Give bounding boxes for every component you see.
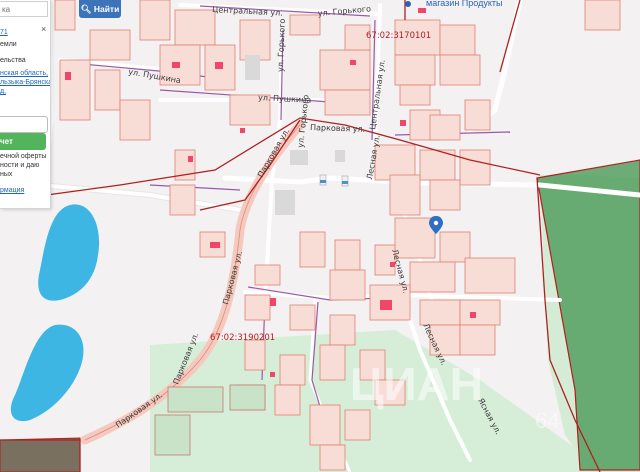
pond-south — [10, 324, 84, 422]
panel-land-text: емли — [0, 41, 17, 48]
panel-address-line-2[interactable]: льзыка-Брянская — [0, 78, 50, 87]
panel-offer-line-2: ности и даю — [0, 162, 40, 169]
panel-property-text: ельства — [0, 57, 26, 64]
watermark-number: 64 — [535, 408, 559, 433]
magnifier-icon: 🔍︎ — [80, 4, 92, 14]
cadastral-number-north[interactable]: 67:02:3170101 — [366, 31, 431, 41]
panel-address-line-1[interactable]: нская область, — [0, 69, 48, 78]
street-label-gorkogo-vertical: ул. Горького — [276, 18, 287, 72]
find-button[interactable]: 🔍︎ Найти — [79, 0, 121, 18]
info-panel: × 71 емли ельства нская область, льзыка-… — [0, 0, 51, 209]
cadastral-map[interactable]: Центральная ул. ул. Горького ул. Горьког… — [0, 0, 640, 472]
panel-number-link[interactable]: 71 — [0, 28, 8, 37]
street-label-tsentralnaya-vertical: Центральная ул. — [368, 59, 387, 130]
southwest-parcel — [0, 437, 81, 472]
panel-offer-line-3: ных — [0, 171, 13, 178]
find-button-label: Найти — [93, 4, 120, 14]
panel-offer-line-1: ечной оферты — [0, 153, 47, 160]
pond-north — [38, 204, 100, 301]
panel-address-line-3[interactable]: д, — [0, 87, 6, 96]
shop-poi[interactable]: магазин Продукты — [405, 0, 502, 8]
search-input[interactable] — [0, 1, 48, 17]
watermark-logo: ЦИАН — [350, 358, 483, 410]
street-label-parkovaya-1: Парковая ул. — [310, 123, 365, 134]
panel-info-link[interactable]: рмация — [0, 186, 24, 195]
street-label-tsentralnaya-top: Центральная ул. — [212, 5, 283, 18]
order-button[interactable]: чет — [0, 133, 46, 150]
close-icon[interactable]: × — [41, 24, 46, 34]
shop-label: магазин Продукты — [426, 0, 502, 8]
panel-input-field[interactable] — [0, 116, 48, 133]
cadastral-number-south[interactable]: 67:02:3190201 — [210, 333, 275, 343]
